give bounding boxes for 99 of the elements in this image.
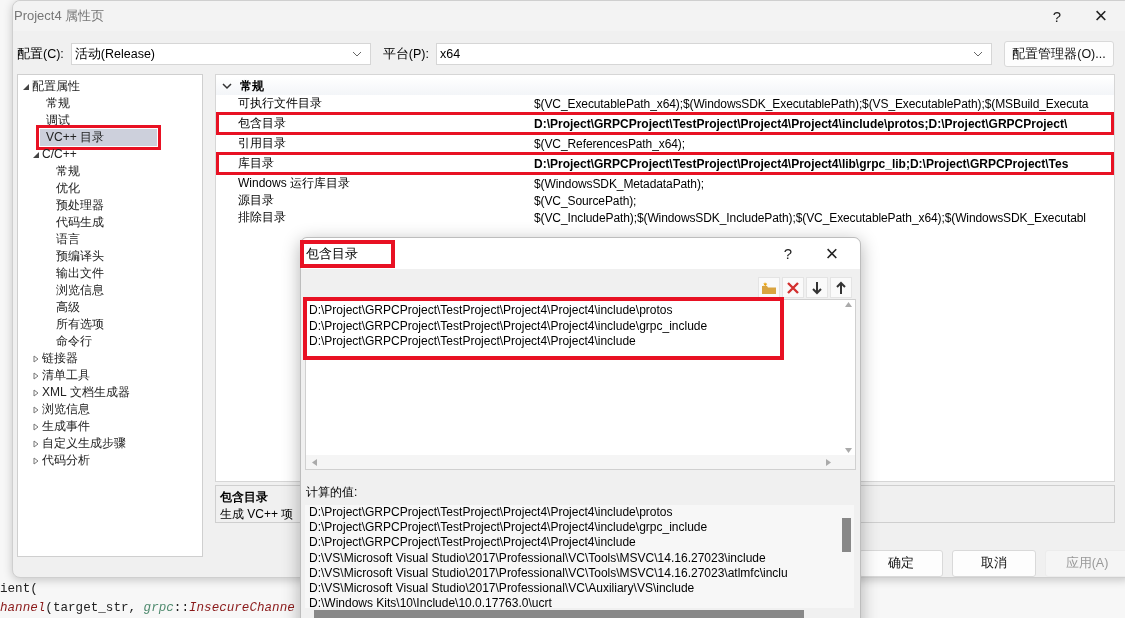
computed-value: D:\Project\GRPCProject\TestProject\Project4\Project4\include\protos [309,505,674,521]
tree-item[interactable]: 高级 [50,299,202,316]
dialog-button[interactable]: 取消 [952,550,1036,577]
computed-value: D:\VS\Microsoft Visual Studio\2017\Professional\VC\Tools\MSVC\14.16.27023\include [309,550,767,566]
computed-value: D:\VS\Microsoft Visual Studio\2017\Professional\VC\Auxiliary\VS\include [309,580,696,597]
property-value[interactable]: $(VC_ExecutablePath_x64);$(WindowsSDK_ExecutablePath);$(VS_ExecutablePath);$(MSBuild_Executa [534,96,1089,111]
directory-entry[interactable]: D:\Project\GRPCProject\TestProject\Project4\Project4\include\grpc_include [309,318,777,334]
property-row[interactable]: 源目录 $(VC_SourcePath); [216,192,1114,209]
scroll-left-icon[interactable] [312,458,317,466]
tree-item[interactable]: 所有选项 [50,316,202,333]
config-dropdown[interactable]: 活动(Release) [70,43,371,65]
property-name: Windows 运行库目录 [237,175,351,192]
property-name: 库目录 [237,155,275,172]
close-button[interactable]: × [1081,3,1121,29]
delete-button[interactable] [782,277,804,298]
collapsed-triangle-icon[interactable] [32,422,40,431]
scroll-right-icon[interactable] [826,458,831,466]
tree-item[interactable]: XML 文档生成器 [42,384,202,401]
scrollbar-thumb[interactable] [314,610,804,618]
property-value[interactable]: D:\Project\GRPCProject\TestProject\Project4\Project4\lib\grpc_lib;D:\Project\GRPCProject\Tes [534,156,1069,171]
chevron-down-icon [351,51,362,57]
chevron-down-icon [972,51,983,57]
expanded-triangle-icon[interactable] [32,150,40,159]
new-folder-button[interactable] [758,277,780,298]
tree-item[interactable]: 配置属性 [32,78,202,95]
tree-item[interactable]: 生成事件 [42,418,202,435]
move-up-button[interactable] [830,277,852,298]
close-button[interactable]: × [812,240,852,267]
property-row[interactable]: 引用目录 $(VC_ReferencesPath_x64); [216,135,1114,152]
property-value[interactable]: $(VC_SourcePath); [534,193,637,208]
tree-item[interactable]: 常规 [50,163,202,180]
computed-value: D:\Project\GRPCProject\TestProject\Project4\Project4\include [309,535,637,551]
tree-item[interactable]: 调试 [40,112,202,129]
computed-value: D:\VS\Microsoft Visual Studio\2017\Professional\VC\Tools\MSVC\14.16.27023\atlmfc\inclu [309,565,789,581]
tree-item[interactable]: C/C++ [42,146,202,163]
tree-item[interactable]: 浏览信息 [42,401,202,418]
arrow-up-icon [835,280,847,295]
tree-item[interactable]: 预编译头 [50,248,202,265]
section-header: 常规 [240,77,264,95]
tree-item[interactable]: 预处理器 [50,197,202,214]
scroll-down-icon[interactable] [844,448,852,453]
tree-item[interactable]: 语言 [50,231,202,248]
property-name: 包含目录 [237,115,287,132]
cross-icon [786,280,800,295]
code-line: ient( [0,581,38,598]
tree-item[interactable]: 输出文件 [50,265,202,282]
horizontal-scrollbar[interactable] [306,455,855,469]
collapsed-triangle-icon[interactable] [32,456,40,465]
computed-value: D:\Project\GRPCProject\TestProject\Project4\Project4\include\grpc_include [309,520,709,536]
help-button[interactable]: ? [1037,3,1077,29]
code-line: hannel(target_str, grpc::InsecureChanne [0,600,295,617]
tree-item[interactable]: 自定义生成步骤 [42,435,202,452]
move-down-button[interactable] [806,277,828,298]
folder-icon [761,280,777,295]
property-row[interactable]: 可执行文件目录 $(VC_ExecutablePath_x64);$(WindowsSDK_ExecutablePath);$(VS_ExecutablePath);$(MSBuild_Executa [216,95,1114,112]
dialog-title: 包含目录 [301,240,394,267]
collapsed-triangle-icon[interactable] [32,388,40,397]
property-row[interactable]: 排除目录 $(VC_IncludePath);$(WindowsSDK_IncludePath);$(VC_ExecutablePath_x64);$(WindowsSDK_Executabl [216,209,1114,226]
property-value[interactable]: $(VC_IncludePath);$(WindowsSDK_IncludePath);$(VC_ExecutablePath_x64);$(WindowsSDK_Executabl [534,210,1086,225]
property-row[interactable]: Windows 运行库目录 $(WindowsSDK_MetadataPath); [216,175,1114,192]
tree-item[interactable]: 优化 [50,180,202,197]
property-value[interactable]: D:\Project\GRPCProject\TestProject\Project4\Project4\include\protos;D:\Project\GRPCProject\ [534,116,1068,131]
computed-values-label: 计算的值: [305,484,359,501]
description-text: 生成 VC++ 项 [220,506,294,523]
computed-value: D:\Windows Kits\10\Include\10.0.17763.0\ucrt [309,596,553,608]
description-title: 包含目录 [220,489,268,506]
tree-item[interactable]: 链接器 [42,350,202,367]
arrow-down-icon [811,280,823,295]
collapsed-triangle-icon[interactable] [32,371,40,380]
config-label: 配置(C): [17,45,64,63]
expanded-triangle-icon[interactable] [22,82,30,91]
tree-item[interactable]: 命令行 [50,333,202,350]
directory-entry[interactable]: D:\Project\GRPCProject\TestProject\Project4\Project4\include\protos [309,303,777,319]
window-title: Project4 属性页 [13,7,105,25]
tree-item[interactable]: 代码生成 [50,214,202,231]
collapsed-triangle-icon[interactable] [32,439,40,448]
property-value[interactable]: $(VC_ReferencesPath_x64); [534,136,685,151]
property-name: 可执行文件目录 [237,95,323,112]
scroll-up-icon[interactable] [844,302,852,307]
tree-item[interactable]: 清单工具 [42,367,202,384]
property-name: 源目录 [237,192,275,209]
property-row[interactable]: 库目录 D:\Project\GRPCProject\TestProject\Project4\Project4\lib\grpc_lib;D:\Project\GRPCProject\Tes [216,152,1114,175]
help-button[interactable]: ? [768,240,808,267]
platform-dropdown[interactable]: x64 [435,43,992,65]
dialog-button[interactable]: 确定 [859,550,943,577]
property-name: 排除目录 [237,209,287,226]
chevron-down-icon[interactable] [222,82,232,90]
tree-item[interactable]: 代码分析 [42,452,202,469]
platform-label: 平台(P): [382,45,429,63]
property-name: 引用目录 [237,135,287,152]
property-value[interactable]: $(WindowsSDK_MetadataPath); [534,176,705,191]
property-row[interactable]: 包含目录 D:\Project\GRPCProject\TestProject\Project4\Project4\include\protos;D:\Project\GRPCProject\ [216,112,1114,135]
collapsed-triangle-icon[interactable] [32,405,40,414]
config-manager-button[interactable]: 配置管理器(O)... [1003,41,1114,67]
scrollbar-thumb[interactable] [842,518,851,552]
tree-item[interactable]: 浏览信息 [50,282,202,299]
collapsed-triangle-icon[interactable] [32,354,40,363]
directory-entry[interactable]: D:\Project\GRPCProject\TestProject\Project4\Project4\include [309,334,777,350]
tree-item[interactable]: 常规 [40,95,202,112]
